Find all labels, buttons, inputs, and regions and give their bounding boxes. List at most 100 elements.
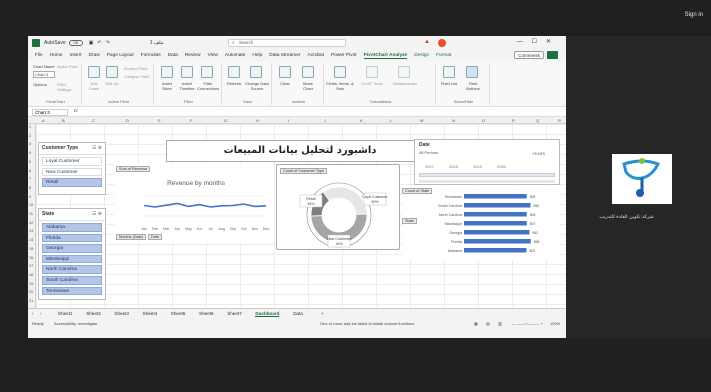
add-sheet-icon[interactable]: + [321,311,324,316]
options-button[interactable]: Options [33,82,47,87]
row-header[interactable]: 10 [29,203,33,207]
autosave-toggle[interactable]: Off [68,40,83,46]
slicer-item[interactable]: South Carolina [42,275,102,285]
expand-field-button[interactable]: Expand Field [124,66,147,71]
row-header[interactable]: 2 [29,134,31,138]
field-buttons-icon[interactable] [466,66,478,78]
menu-item[interactable]: File [35,53,43,58]
slicer-item[interactable]: Loyal Customer [42,157,102,166]
column-header[interactable]: H [256,118,259,123]
view-page-break-icon[interactable]: ▥ [498,321,502,326]
timeline-date[interactable]: Date All Periods YEARS 2017 2018 2019 2020 [414,139,560,185]
timeline-year[interactable]: 2019 [473,164,482,169]
refresh-icon[interactable] [228,66,240,78]
window-controls[interactable]: —☐✕ [517,38,560,45]
sheet-tab[interactable]: Sheet6 [199,311,214,316]
menu-item[interactable]: Help [252,53,262,58]
olap-tools-icon[interactable] [366,66,378,78]
row-header[interactable]: 12 [29,221,33,225]
menu-item[interactable]: Automate [225,53,246,58]
menu-item[interactable]: Home [50,53,63,58]
warning-icon[interactable]: ▲ [424,39,432,47]
field-settings-button[interactable]: Field Settings [57,82,81,92]
zoom-slider[interactable]: — ——+——— + [512,321,543,326]
bar-chart[interactable]: Count of State State Tennessee 806 South C… [402,186,560,260]
drill-down-icon[interactable] [88,66,100,78]
comments-button[interactable]: Comments [514,51,544,59]
insert-slicer-icon[interactable] [161,66,173,78]
row-header[interactable]: 15 [29,247,33,251]
axis-field-button-months[interactable]: Months (Date) [116,234,147,240]
menu-item[interactable]: Design [414,53,429,58]
donut-chart[interactable]: Count of Customer Type Retail 34% Loyal Cu… [276,164,400,250]
menu-item[interactable]: Format [436,53,451,58]
row-header[interactable]: 5 [29,160,31,164]
column-header[interactable]: G [224,118,227,123]
share-button[interactable] [547,51,558,59]
slicer-filter-icons[interactable]: ☰ ⊗ [92,211,102,217]
view-normal-icon[interactable]: ▦ [474,321,478,326]
row-header[interactable]: 20 [29,290,33,294]
row-header[interactable]: 13 [29,229,33,233]
zoom-level[interactable]: 100% [550,321,560,326]
row-header[interactable]: 1 [29,125,31,129]
slicer-state[interactable]: State ☰ ⊗ Alabama Florida Georgia Mississip… [38,208,106,300]
drill-up-icon[interactable] [106,66,118,78]
slicer-item[interactable]: New Customer [42,167,102,177]
search-box[interactable]: ⌕ Search [228,39,346,47]
row-header[interactable]: 16 [29,256,33,260]
column-header[interactable]: F [190,118,192,123]
slicer-item[interactable]: North Carolina [42,265,102,274]
slicer-item[interactable]: Mississippi [42,254,102,264]
column-header[interactable]: B [62,118,65,123]
horizontal-scroll-area[interactable] [28,328,566,338]
field-list-icon[interactable] [443,66,455,78]
row-header[interactable]: 21 [29,299,33,303]
insert-timeline-icon[interactable] [181,66,193,78]
column-header[interactable]: C [92,118,95,123]
view-page-layout-icon[interactable]: ▤ [486,321,490,326]
column-header[interactable]: K [360,118,363,123]
change-data-source-icon[interactable] [250,66,262,78]
menu-item[interactable]: Data [168,53,178,58]
sign-in-link[interactable]: Sign in [685,12,703,18]
sheet-tab[interactable]: Sheet5 [171,311,186,316]
menu-item[interactable]: Draw [89,53,100,58]
row-header[interactable]: 4 [29,151,31,155]
row-header[interactable]: 18 [29,273,33,277]
collapse-field-button[interactable]: Collapse Field [124,74,149,79]
sheet-tab[interactable]: Sheet3 [114,311,129,316]
row-header[interactable]: 14 [29,238,33,242]
slicer-item[interactable]: Tennessee [42,286,102,296]
chart-name-input[interactable]: Chart 3 [33,71,55,78]
menu-item[interactable]: Acrobat [308,53,325,58]
menu-item[interactable]: Page Layout [107,53,134,58]
tab-nav-prev-icon[interactable]: ‹ [32,311,34,316]
sheet-tab[interactable]: Data [293,311,303,316]
timeline-scrollbar[interactable] [419,180,555,183]
slicer-filter-icons[interactable]: ☰ ⊗ [92,145,102,151]
undo-icon[interactable]: ↶ [97,40,101,46]
menu-item[interactable]: Review [185,53,201,58]
sheet-tab[interactable]: Dashboard [255,311,280,317]
status-addin-warning[interactable]: One or more add-ins failed to install cu… [320,321,415,326]
column-header[interactable]: I [288,118,289,123]
row-header[interactable]: 8 [29,186,31,190]
timeline-bar[interactable] [419,173,555,177]
menu-item[interactable]: Formulas [141,53,161,58]
menu-item[interactable]: PivotChart Analyze [363,53,408,59]
fields-items-sets-icon[interactable] [334,66,346,78]
row-header[interactable]: 7 [29,177,31,181]
row-header[interactable]: 19 [29,282,33,286]
row-header[interactable]: 6 [29,169,31,173]
column-header[interactable]: A [42,118,45,123]
menu-item[interactable]: Power Pivot [331,53,357,58]
column-header[interactable]: E [158,118,161,123]
sheet-tab[interactable]: Sheet4 [143,311,158,316]
relationships-icon[interactable] [398,66,410,78]
save-icon[interactable]: ▣ [89,40,94,46]
clear-icon[interactable] [279,66,291,78]
axis-field-button-date[interactable]: Date [148,234,163,240]
timeline-year[interactable]: 2018 [449,164,458,169]
row-header[interactable]: 9 [29,195,31,199]
